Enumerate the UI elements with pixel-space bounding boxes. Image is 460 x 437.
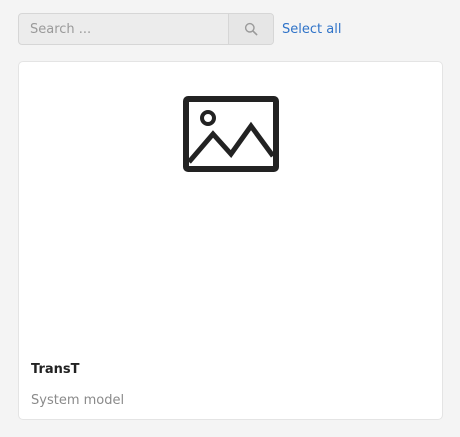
search-button[interactable] <box>228 14 273 44</box>
select-all-link[interactable]: Select all <box>282 22 341 37</box>
card-subtitle: System model <box>31 393 125 408</box>
model-card[interactable]: TransT System model <box>18 61 443 420</box>
image-placeholder-icon <box>183 96 279 172</box>
search-input[interactable] <box>19 14 228 44</box>
toolbar: Select all <box>18 13 341 45</box>
search-icon <box>244 22 258 36</box>
search-box <box>18 13 274 45</box>
card-title: TransT <box>31 362 80 377</box>
